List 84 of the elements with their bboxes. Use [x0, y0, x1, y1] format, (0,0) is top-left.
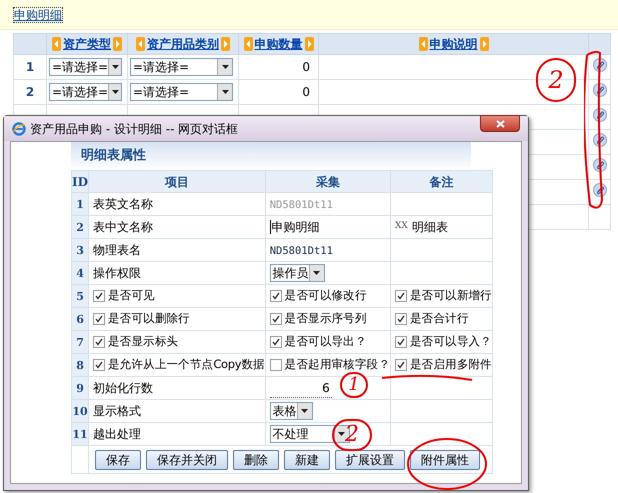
table-name-value: ND5801Dt11 — [270, 244, 333, 257]
dialog-title: 资产用品申购 - 设计明细 -- 网页对话框 — [30, 120, 238, 138]
row-id: 9 — [76, 382, 84, 395]
category-select[interactable]: =请选择= — [130, 58, 233, 76]
dropdown-caret-icon — [112, 90, 119, 94]
category-select[interactable]: =请选择= — [130, 83, 233, 101]
action-button[interactable]: 保存 — [95, 450, 142, 470]
row-id: 2 — [76, 220, 84, 234]
checkbox[interactable] — [395, 290, 408, 302]
row-id: 4 — [76, 266, 84, 280]
item-label: 初始化行数 — [93, 381, 154, 395]
checkbox-label: 是否合计行 — [410, 310, 469, 328]
column-header: 项目 — [164, 174, 189, 188]
checkbox[interactable] — [395, 359, 408, 371]
row-id: 3 — [76, 244, 84, 257]
checkbox-label: 是否可以新增行 — [410, 287, 492, 304]
row-id: 8 — [76, 358, 84, 372]
checkbox[interactable] — [270, 359, 282, 371]
column-header[interactable]: 申购说明 — [430, 35, 478, 53]
item-label: 越出处理 — [93, 427, 142, 441]
action-button[interactable]: 扩展设置 — [335, 450, 406, 470]
browser-icon — [12, 122, 26, 136]
dropdown-caret-icon — [313, 271, 320, 275]
checkbox[interactable] — [395, 313, 408, 325]
row-count-input[interactable]: 6 — [270, 378, 332, 398]
checkbox-label: 是否显示标头 — [108, 333, 178, 350]
checkbox[interactable] — [270, 290, 282, 302]
checkbox[interactable] — [93, 290, 106, 302]
row-id: 11 — [72, 428, 88, 441]
asset-type-select[interactable]: =请选择= — [49, 83, 122, 101]
checkbox-label: 是否可以删除行 — [108, 310, 190, 328]
column-header: 备注 — [429, 174, 454, 188]
annotation-number: 2 — [332, 419, 372, 451]
row-id: 10 — [72, 404, 88, 418]
dropdown-caret-icon — [222, 65, 228, 69]
item-label: 物理表名 — [93, 243, 142, 257]
row-id: 7 — [76, 336, 84, 349]
action-button[interactable]: 保存并关闭 — [146, 450, 228, 470]
checkbox-label: 是允许从上一个节点Copy数据 — [108, 356, 265, 374]
action-button[interactable]: 附件属性 — [410, 450, 480, 470]
row-number: 2 — [26, 85, 34, 99]
item-label: 操作权限 — [93, 266, 142, 280]
row-id: 5 — [76, 290, 84, 303]
section-title: 明细表属性 — [81, 147, 146, 166]
item-label: 表英文名称 — [93, 197, 154, 211]
checkbox[interactable] — [270, 336, 282, 348]
checkbox-label: 是否显示序号列 — [284, 310, 367, 328]
dropdown-select[interactable]: 表格 — [270, 402, 313, 420]
table-name-value: ND5801Dt11 — [270, 198, 333, 211]
dropdown-caret-icon — [301, 409, 308, 413]
asset-type-select[interactable]: =请选择= — [49, 58, 122, 76]
dropdown-caret-icon — [112, 65, 119, 69]
column-header: 采集 — [316, 174, 340, 188]
detail-link[interactable]: 申购明细 — [13, 7, 63, 23]
checkbox-label: 是否可以导出？ — [284, 333, 367, 350]
checkbox[interactable] — [395, 336, 408, 348]
quantity-cell: 0 — [302, 85, 310, 99]
checkbox-label: 是否起用审核字段？ — [284, 356, 390, 374]
note-prefix: XX — [395, 220, 408, 234]
dropdown-caret-icon — [338, 432, 346, 436]
note-text: 明细表 — [412, 219, 448, 236]
checkbox-label: 是否可以修改行 — [284, 287, 367, 304]
checkbox[interactable] — [270, 313, 282, 325]
row-id: 6 — [76, 312, 84, 326]
column-header: ID — [72, 174, 88, 188]
checkbox[interactable] — [93, 313, 106, 325]
dropdown-select[interactable]: 操作员 — [270, 264, 325, 282]
annotation-number: 1 — [340, 372, 368, 398]
action-button[interactable]: 新建 — [284, 450, 330, 470]
checkbox[interactable] — [93, 336, 106, 348]
close-icon — [496, 120, 504, 128]
checkbox-label: 是否启用多附件 — [410, 356, 492, 374]
item-label: 表中文名称 — [93, 220, 154, 234]
quantity-cell: 0 — [302, 60, 310, 74]
action-button[interactable]: 删除 — [233, 450, 280, 470]
annotation-number: 2 — [536, 58, 576, 102]
checkbox[interactable] — [93, 359, 106, 371]
close-button[interactable] — [480, 115, 520, 132]
checkbox-label: 是否可见 — [108, 287, 155, 304]
row-id: 1 — [76, 198, 84, 211]
checkbox-label: 是否可以导入？ — [410, 333, 492, 350]
dropdown-caret-icon — [222, 90, 228, 94]
item-label: 显示格式 — [93, 404, 142, 418]
row-number: 1 — [26, 60, 34, 74]
